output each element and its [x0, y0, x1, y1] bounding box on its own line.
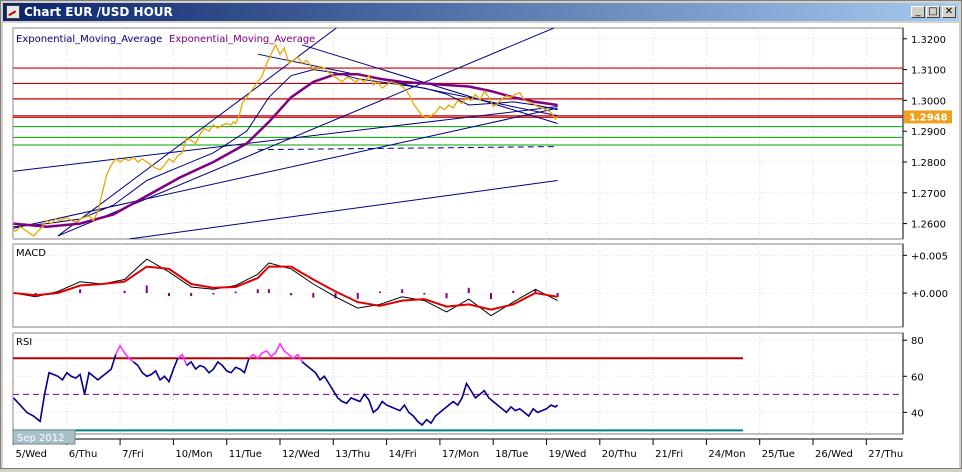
macd-histogram-bar: [401, 289, 404, 294]
x-tick-label: 20/Thu: [602, 449, 637, 460]
price-panel: [12, 27, 904, 240]
rsi-tick-label: 60: [911, 372, 924, 383]
x-tick-label: 6/Thu: [69, 449, 98, 460]
x-tick-label: 12/Wed: [282, 449, 320, 460]
price-tick-label: 1.3100: [911, 66, 946, 77]
price-tick-label: 1.2900: [911, 127, 946, 138]
right-axis-area: [904, 23, 959, 468]
price-tick-label: 1.3000: [911, 96, 946, 107]
macd-histogram-bar: [190, 293, 193, 297]
macd-title: MACD: [16, 248, 46, 259]
rsi-tick-label: 40: [911, 408, 924, 419]
chart-app-icon: [6, 5, 20, 19]
macd-tick-label: +0.005: [911, 251, 948, 262]
macd-histogram-bar: [234, 291, 237, 294]
macd-histogram-bar: [312, 293, 315, 298]
rsi-panel: [12, 332, 904, 435]
x-tick-label: 19/Wed: [549, 449, 587, 460]
x-tick-label: 27/Thu: [868, 449, 903, 460]
x-tick-label: 10/Mon: [175, 449, 212, 460]
macd-tick-label: +0.000: [911, 289, 948, 300]
ema-legend-1: Exponential_Moving_Average: [16, 34, 162, 45]
macd-histogram-bar: [267, 289, 270, 294]
price-tick-label: 1.3200: [911, 35, 946, 46]
macd-histogram-bar: [467, 287, 470, 294]
maximize-button[interactable]: □: [926, 6, 940, 18]
macd-histogram-bar: [512, 290, 515, 294]
x-tick-label: 24/Mon: [708, 449, 745, 460]
x-tick-label: 14/Fri: [389, 449, 417, 460]
title-bar[interactable]: Chart EUR /USD HOUR _ □ ✕: [3, 3, 959, 21]
x-tick-label: 13/Thu: [335, 449, 370, 460]
price-tick-label: 1.2700: [911, 189, 946, 200]
macd-histogram-bar: [445, 293, 448, 299]
macd-histogram-bar: [290, 293, 293, 296]
last-price-label: 1.2948: [909, 112, 948, 123]
macd-histogram-bar: [123, 290, 126, 294]
x-tick-label: 18/Tue: [495, 449, 528, 460]
macd-histogram-bar: [79, 289, 82, 294]
rsi-title: RSI: [16, 337, 32, 348]
chart-canvas[interactable]: 1.3200 1.3100 1.3000 1.2900 1.2800 1.2700 1.26…: [3, 23, 959, 468]
macd-histogram-bar: [167, 293, 170, 297]
x-tick-label: 17/Mon: [442, 449, 479, 460]
x-tick-label: 25/Tue: [762, 449, 795, 460]
chart-window: Chart EUR /USD HOUR _ □ ✕ 1.3200 1.3100 1.…: [0, 0, 962, 469]
macd-histogram-bar: [356, 293, 359, 300]
x-tick-label: 7/Fri: [122, 449, 144, 460]
rsi-tick-label: 80: [911, 336, 924, 347]
macd-histogram-bar: [212, 293, 215, 295]
chart-area[interactable]: 1.3200 1.3100 1.3000 1.2900 1.2800 1.2700 1.26…: [3, 23, 959, 468]
x-tick-label: 11/Tue: [229, 449, 262, 460]
macd-histogram-bar: [145, 285, 148, 294]
price-tick-label: 1.2600: [911, 220, 946, 231]
macd-histogram-bar: [256, 289, 259, 294]
minimize-button[interactable]: _: [911, 6, 925, 18]
x-tick-label: 5/Wed: [16, 449, 48, 460]
x-tick-label: 21/Fri: [655, 449, 683, 460]
macd-histogram-bar: [489, 293, 492, 300]
x-tick-label: 26/Wed: [815, 449, 853, 460]
close-button[interactable]: ✕: [942, 6, 956, 18]
window-title: Chart EUR /USD HOUR: [24, 5, 173, 19]
ema-legend-2: Exponential_Moving_Average: [169, 34, 315, 45]
price-tick-label: 1.2800: [911, 158, 946, 169]
macd-histogram-bar: [423, 293, 426, 295]
macd-histogram-bar: [378, 291, 381, 294]
period-badge-label: Sep 2012: [17, 433, 64, 444]
